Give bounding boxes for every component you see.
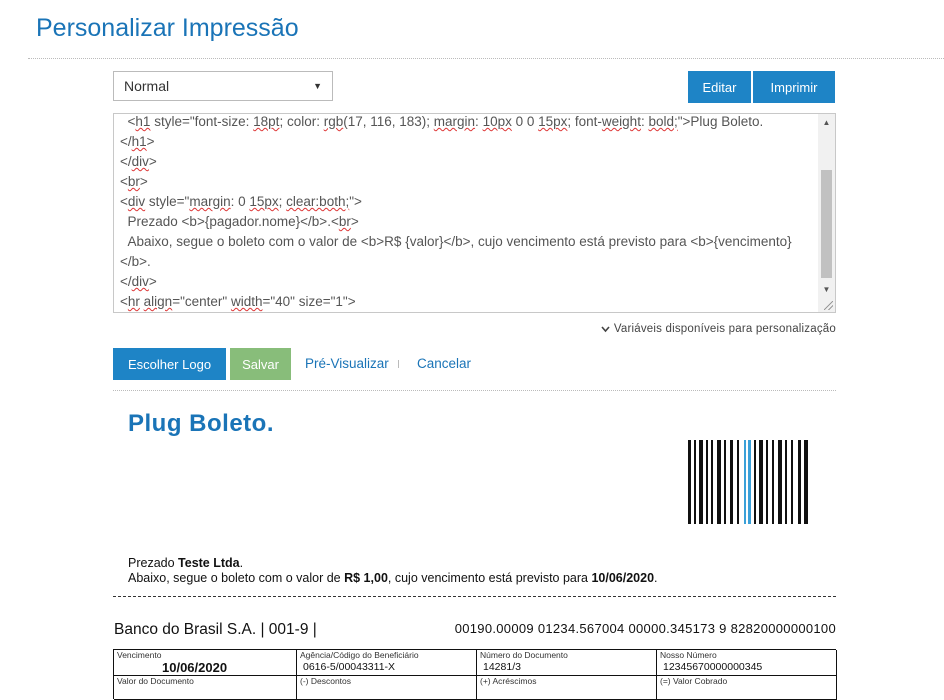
greeting-line: Prezado Teste Ltda. <box>128 556 244 570</box>
code-line: </h1> <box>120 134 155 149</box>
slip-cell-beneficiary: Agência/Código do Beneficiário 0616-5/00… <box>297 650 477 676</box>
print-button[interactable]: Imprimir <box>753 71 835 103</box>
editor-scrollbar[interactable]: ▲ ▼ <box>818 114 835 312</box>
resize-handle-icon[interactable] <box>824 301 833 310</box>
chevron-down-icon <box>601 325 610 332</box>
code-line: <div style="margin: 0 15px; clear:both;"… <box>120 194 362 209</box>
link-separator <box>398 360 399 368</box>
edit-button[interactable]: Editar <box>688 71 751 103</box>
slip-cell-additions: (+) Acréscimos <box>477 676 657 700</box>
preview-greeting: Prezado Teste Ltda. Abaixo, segue o bole… <box>128 556 658 586</box>
template-select[interactable]: Normal ▼ <box>113 71 333 101</box>
amount: R$ 1,00 <box>344 571 388 585</box>
body-line: Abaixo, segue o boleto com o valor de R$… <box>128 571 658 585</box>
template-code[interactable]: <h1 style="font-size: 18pt; color: rgb(1… <box>120 114 813 312</box>
code-line: Prezado <b>{pagador.nome}</b>.<br> <box>120 214 359 229</box>
template-select-value: Normal <box>124 78 170 94</box>
preview-divider <box>113 390 836 391</box>
cut-line <box>113 596 836 597</box>
code-line: <hr align="center" width="40" size="1"> <box>120 294 356 309</box>
template-editor[interactable]: <h1 style="font-size: 18pt; color: rgb(1… <box>113 113 836 313</box>
cancel-link[interactable]: Cancelar <box>417 356 471 371</box>
scroll-thumb[interactable] <box>821 170 832 278</box>
code-line: Abaixo, segue o boleto com o valor de <b… <box>120 234 792 269</box>
caret-down-icon: ▼ <box>313 81 322 91</box>
bank-name: Banco do Brasil S.A. | 001-9 | <box>114 621 317 638</box>
code-line: <h1 style="font-size: 18pt; color: rgb(1… <box>120 114 764 129</box>
slip-cell-charged: (=) Valor Cobrado <box>657 676 837 700</box>
payer-name: Teste Ltda <box>178 556 240 570</box>
code-line: </div> <box>120 274 157 289</box>
title-divider <box>28 58 944 59</box>
preview-link[interactable]: Pré-Visualizar <box>305 356 389 371</box>
boleto-slip: Vencimento 10/06/2020 Agência/Código do … <box>113 649 837 700</box>
slip-cell-doc-number: Número do Documento 14281/3 <box>477 650 657 676</box>
code-line: </div> <box>120 154 157 169</box>
scroll-up-icon[interactable]: ▲ <box>818 114 835 131</box>
logo-barcode-icon <box>688 440 808 524</box>
slip-cell-discounts: (-) Descontos <box>297 676 477 700</box>
due-date: 10/06/2020 <box>591 571 655 585</box>
choose-logo-button[interactable]: Escolher Logo <box>113 348 226 380</box>
page-title: Personalizar Impressão <box>36 14 299 42</box>
variables-toggle-label: Variáveis disponíveis para personalizaçã… <box>613 323 836 335</box>
slip-cell-due: Vencimento 10/06/2020 <box>114 650 297 676</box>
slip-cell-doc-value: Valor do Documento <box>114 676 297 700</box>
digitable-line: 00190.00009 01234.567004 00000.345173 9 … <box>454 621 836 636</box>
code-line: <br> <box>120 174 148 189</box>
save-button[interactable]: Salvar <box>230 348 291 380</box>
variables-toggle[interactable]: Variáveis disponíveis para personalizaçã… <box>601 323 836 335</box>
preview-title: Plug Boleto. <box>128 410 274 437</box>
slip-cell-our-number: Nosso Número 12345670000000345 <box>657 650 837 676</box>
scroll-down-icon[interactable]: ▼ <box>818 281 835 298</box>
